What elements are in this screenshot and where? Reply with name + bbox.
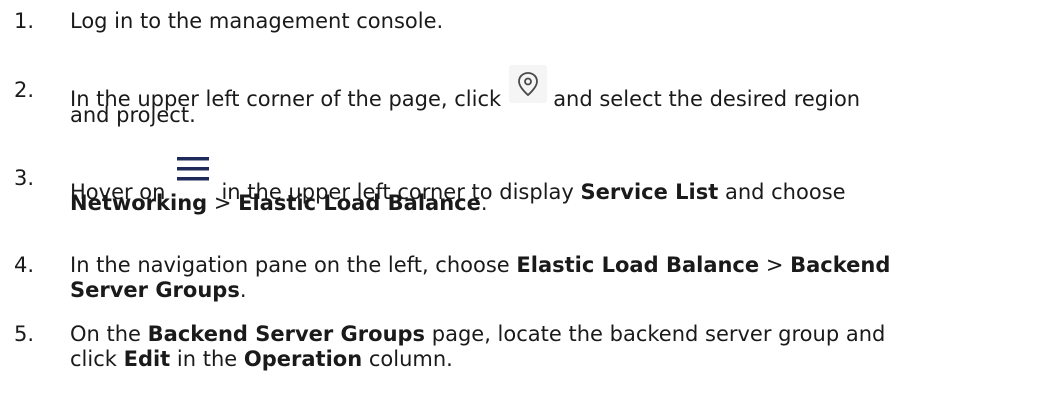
location-pin-icon (509, 65, 548, 103)
step-text-segment: In the navigation pane on the left, choo… (70, 253, 510, 277)
ui-term: Server Groups (70, 278, 240, 302)
step-text-segment: . (480, 191, 488, 215)
step-text-segment: On the (70, 322, 141, 346)
step-text-segment: column. (368, 347, 453, 371)
step-number: 2. (14, 78, 35, 102)
step-line: In the navigation pane on the left, choo… (70, 252, 1040, 278)
ui-term: Operation (243, 347, 363, 371)
step-text-segment: . (239, 278, 247, 302)
step-line: Server Groups. (70, 277, 247, 303)
step-text-segment: page, locate the backend server group an… (431, 322, 886, 346)
step-text-segment: in the (176, 347, 238, 371)
hamburger-menu-icon (171, 151, 215, 191)
ui-term: Backend Server Groups (147, 322, 426, 346)
procedure-steps: 1. Log in to the management console. 2. … (0, 0, 1042, 398)
step-line: and project. (70, 103, 196, 127)
ui-term: Elastic Load Balance (238, 191, 481, 215)
ui-term: Service List (580, 180, 719, 204)
step-number: 4. (14, 253, 35, 277)
path-separator: > (207, 191, 239, 215)
ui-term: Backend (790, 253, 891, 277)
step-text: On the Backend Server Groups page, locat… (70, 321, 1040, 371)
step-text-segment: and select the desired region (553, 87, 861, 111)
step-text: Log in to the management console. (70, 8, 1040, 34)
step-line: Log in to the management console. (70, 9, 444, 33)
step-text: In the upper left corner of the page, cl… (70, 65, 1040, 127)
step-line: On the Backend Server Groups page, locat… (70, 321, 1040, 347)
ui-term: Networking (70, 191, 208, 215)
step-line: Networking > Elastic Load Balance. (70, 190, 488, 216)
step-number: 5. (14, 322, 35, 346)
ui-term: Edit (123, 347, 171, 371)
ui-term: Elastic Load Balance (516, 253, 760, 277)
step-text-segment: click (70, 347, 117, 371)
step-number: 1. (14, 9, 35, 33)
step-text-segment: and choose (724, 180, 846, 204)
step-number: 3. (14, 166, 35, 190)
step-line: click Edit in the Operation column. (70, 346, 453, 372)
step-text: Hover on in the upper left corner to disp… (70, 157, 1040, 215)
path-separator: > (759, 253, 791, 277)
step-text: In the navigation pane on the left, choo… (70, 252, 1040, 302)
step-line: In the upper left corner of the page, cl… (70, 65, 1040, 115)
